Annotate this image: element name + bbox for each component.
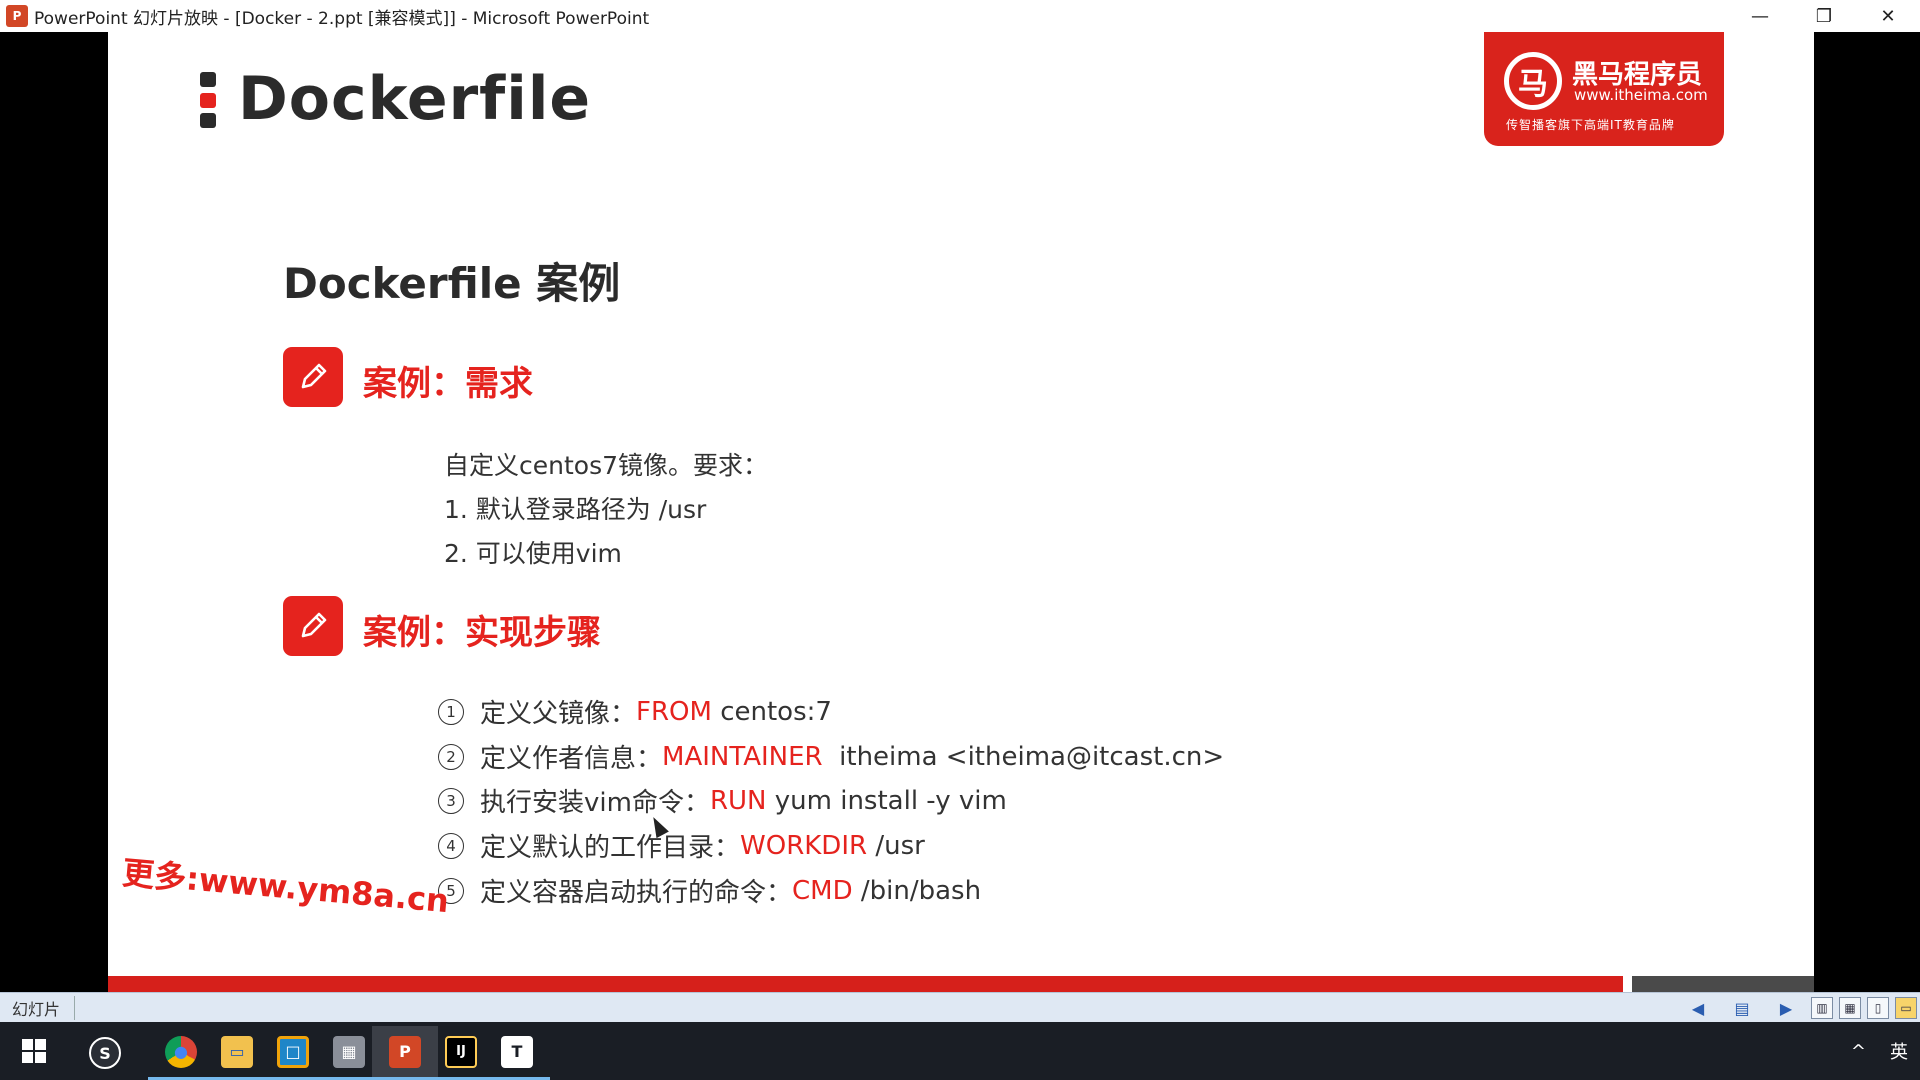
ime-indicator[interactable]: 英 <box>1890 1038 1908 1064</box>
browser-360-icon: S <box>89 1037 121 1069</box>
taskbar-typora[interactable]: T <box>484 1026 550 1080</box>
step-text: 定义容器启动执行的命令： <box>480 878 793 908</box>
window-titlebar: P PowerPoint 幻灯片放映 - [Docker - 2.ppt [兼容… <box>0 0 1920 32</box>
case-steps-title: 案例：实现步骤 <box>363 613 601 653</box>
slide-footer-bar-gray <box>1632 976 1814 992</box>
arrow-right-icon[interactable]: ▶ <box>1774 997 1798 1019</box>
step-keyword: MAINTAINER <box>662 741 823 772</box>
powerpoint-icon: P <box>389 1035 421 1068</box>
pencil-icon <box>283 347 343 407</box>
step-keyword: CMD <box>792 875 853 906</box>
restore-button[interactable]: ❐ <box>1792 0 1856 32</box>
step-number: 1 <box>438 698 464 725</box>
step-item: 2 定义作者信息： MAINTAINER itheima <itheima@it… <box>438 738 1224 775</box>
tray-caret-icon[interactable]: ^ <box>1851 1041 1866 1062</box>
step-text: 执行安装vim命令： <box>480 788 710 818</box>
step-rest: yum install -y vim <box>766 785 1007 816</box>
step-item: 1 定义父镜像： FROM centos:7 <box>438 693 832 730</box>
windows-start-icon[interactable] <box>10 1032 58 1070</box>
status-bar-controls: ◀ ▤ ▶ ▥ ▦ ▯ ▭ <box>1676 993 1920 1023</box>
brand-logo: 马 黑马程序员 www.itheima.com 传智播客旗下高端IT教育品牌 <box>1484 32 1724 146</box>
requirement-line: 1. 默认登录路径为 /usr <box>444 495 707 524</box>
vmware-icon: □ <box>277 1035 309 1068</box>
intellij-icon: IJ <box>445 1035 477 1068</box>
window-controls: — ❐ ✕ <box>1728 0 1920 32</box>
window-title: PowerPoint 幻灯片放映 - [Docker - 2.ppt [兼容模式… <box>34 8 650 29</box>
horse-logo-icon: 马 <box>1504 52 1562 110</box>
arrow-left-icon[interactable]: ◀ <box>1686 997 1710 1019</box>
slide-title: Dockerfile <box>238 64 592 134</box>
slide-canvas[interactable]: Dockerfile 马 黑马程序员 www.itheima.com 传智播客旗… <box>108 32 1814 992</box>
requirement-line: 自定义centos7镜像。要求： <box>444 451 768 480</box>
slide-status-label: 幻灯片 <box>12 995 76 1020</box>
powerpoint-app-icon[interactable]: P <box>6 5 28 27</box>
folder-icon: ▭ <box>221 1035 253 1068</box>
taskbar-360-browser[interactable]: S <box>72 1026 138 1080</box>
step-item: 4 定义默认的工作目录： WORKDIR /usr <box>438 827 925 864</box>
pencil-icon <box>283 596 343 656</box>
step-keyword: RUN <box>709 785 767 816</box>
step-number: 4 <box>438 832 464 859</box>
step-text: 定义父镜像： <box>480 699 637 729</box>
logo-url: www.itheima.com <box>1574 86 1708 104</box>
status-bar: 幻灯片 ◀ ▤ ▶ ▥ ▦ ▯ ▭ <box>0 992 1920 1022</box>
step-item: 3 执行安装vim命令： RUN yum install -y vim <box>438 782 1007 819</box>
system-tray: ^ 英 <box>1827 1034 1908 1068</box>
requirement-line: 2. 可以使用vim <box>444 539 622 568</box>
title-marker-icon <box>200 72 216 128</box>
step-item: 5 定义容器启动执行的命令： CMD /bin/bash <box>438 872 981 909</box>
reading-view-icon[interactable]: ▯ <box>1867 997 1889 1019</box>
logo-slogan: 传智播客旗下高端IT教育品牌 <box>1506 118 1675 132</box>
watermark-text: 更多:www.ym8a.cn <box>120 853 451 921</box>
slide-footer-bar <box>108 976 1623 992</box>
chrome-icon: ● <box>165 1035 197 1068</box>
section-title: Dockerfile 案例 <box>283 259 621 308</box>
slide-sorter-icon[interactable]: ▦ <box>1839 997 1861 1019</box>
step-keyword: WORKDIR <box>740 830 868 861</box>
step-number: 3 <box>438 787 464 814</box>
image-viewer-icon: ▦ <box>333 1035 365 1068</box>
case-requirement-title: 案例：需求 <box>363 364 533 404</box>
step-number: 2 <box>438 743 464 770</box>
step-rest: /usr <box>867 830 925 861</box>
slideshow-view-icon[interactable]: ▭ <box>1895 997 1917 1019</box>
typora-icon: T <box>501 1035 533 1068</box>
step-rest: centos:7 <box>711 696 832 727</box>
step-rest: itheima <itheima@itcast.cn> <box>822 741 1225 772</box>
normal-view-icon[interactable]: ▥ <box>1811 997 1833 1019</box>
step-text: 定义作者信息： <box>480 744 663 774</box>
step-text: 定义默认的工作目录： <box>480 833 741 863</box>
minimize-button[interactable]: — <box>1728 0 1792 32</box>
step-rest: /bin/bash <box>852 875 982 906</box>
step-keyword: FROM <box>636 696 712 727</box>
notes-icon[interactable]: ▤ <box>1730 997 1754 1019</box>
taskbar: S ● ▭ □ ▦ P IJ T ^ 英 <box>0 1022 1920 1080</box>
close-button[interactable]: ✕ <box>1856 0 1920 32</box>
